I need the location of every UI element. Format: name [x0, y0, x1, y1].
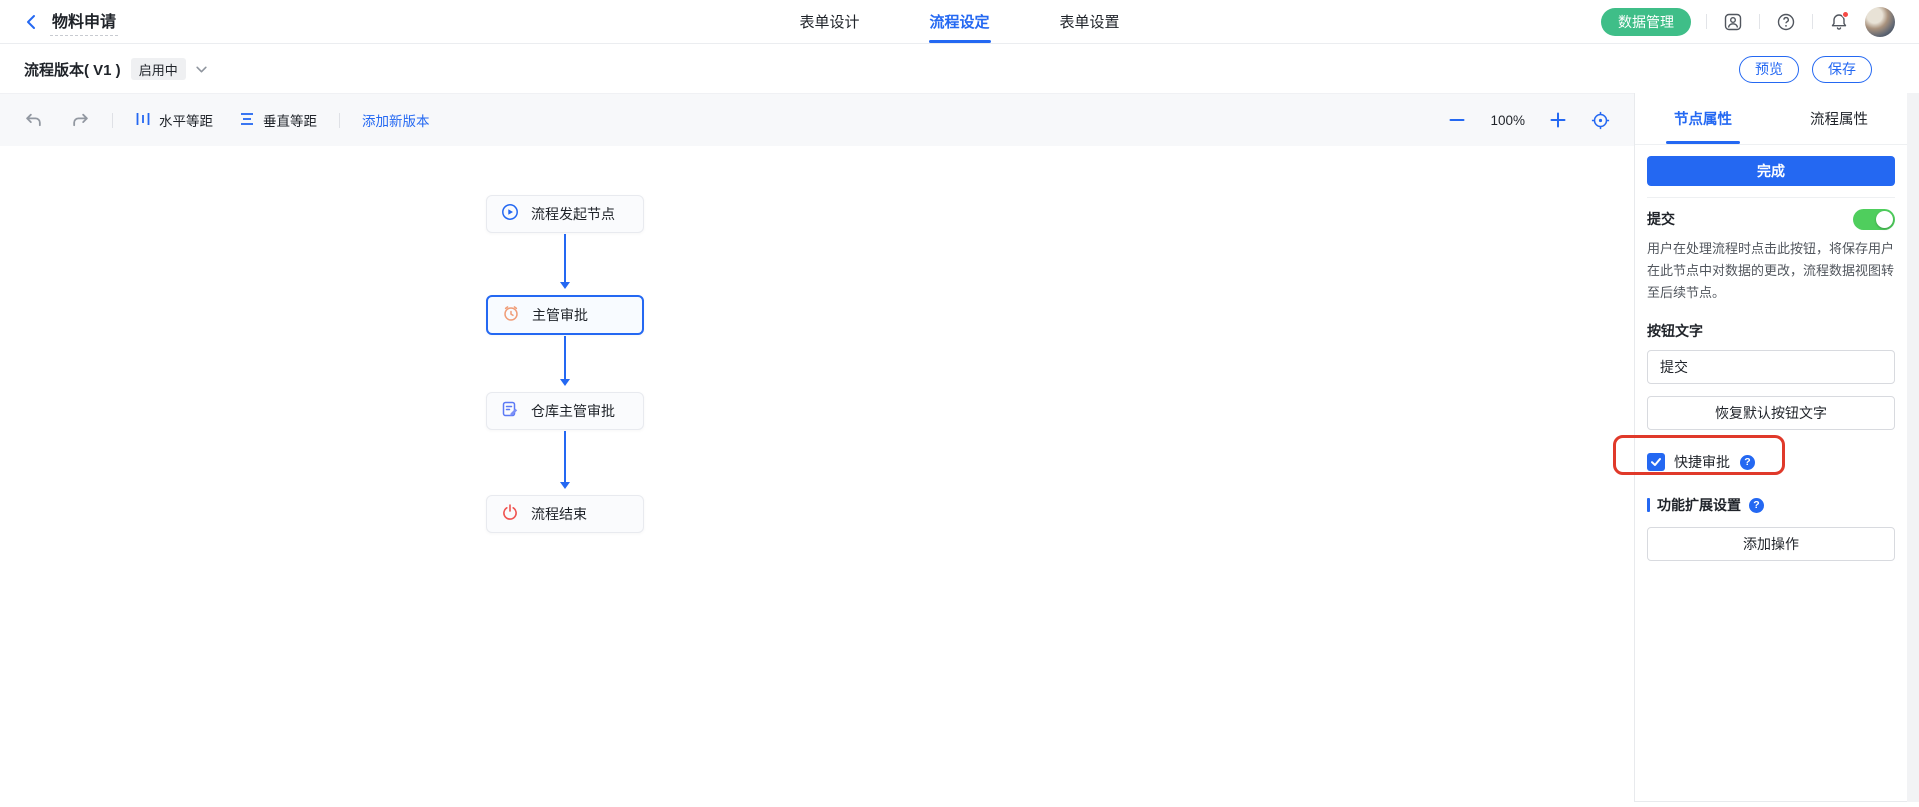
horizontal-distribute-icon	[135, 111, 151, 130]
vertical-distribute-button[interactable]: 垂直等距	[239, 110, 317, 130]
preview-button[interactable]: 预览	[1739, 56, 1799, 83]
vertical-distribute-icon	[239, 111, 255, 130]
add-action-button[interactable]: 添加操作	[1647, 527, 1895, 561]
submit-description: 用户在处理流程时点击此按钮，将保存用户在此节点中对数据的更改，流程数据视图转至后…	[1647, 238, 1895, 304]
page-title[interactable]: 物料申请	[50, 8, 118, 36]
quick-approve-label: 快捷审批	[1674, 452, 1730, 472]
power-icon	[501, 503, 519, 526]
back-icon[interactable]	[24, 14, 40, 30]
zoom-level: 100%	[1490, 113, 1525, 128]
extension-section-header: 功能扩展设置 ?	[1647, 495, 1895, 515]
contacts-icon[interactable]	[1722, 11, 1744, 33]
notification-dot	[1842, 11, 1849, 18]
canvas-toolbar: 水平等距 垂直等距 添加新版本 100%	[0, 93, 1634, 146]
tab-flow-setting[interactable]: 流程设定	[929, 0, 989, 43]
divider	[1812, 14, 1813, 29]
horizontal-distribute-button[interactable]: 水平等距	[135, 110, 213, 130]
tab-node-properties[interactable]: 节点属性	[1635, 93, 1771, 144]
node-label: 仓库主管审批	[531, 401, 615, 421]
redo-icon[interactable]	[71, 111, 90, 130]
accent-bar	[1647, 498, 1650, 512]
button-text-input[interactable]	[1647, 350, 1895, 384]
flow-edge	[564, 431, 566, 487]
submit-toggle[interactable]	[1853, 209, 1895, 230]
tab-form-setting[interactable]: 表单设置	[1060, 0, 1120, 43]
save-button[interactable]: 保存	[1812, 56, 1872, 83]
version-bar: 流程版本( V1 ) 启用中 预览 保存	[0, 45, 1919, 93]
panel-tabs: 节点属性 流程属性	[1635, 93, 1907, 145]
undo-icon[interactable]	[24, 111, 43, 130]
flow-node-manager-approve[interactable]: 主管审批	[486, 295, 644, 335]
main-tabs: 表单设计 流程设定 表单设置	[799, 0, 1119, 43]
status-badge: 启用中	[131, 58, 186, 80]
zoom-out-icon[interactable]	[1449, 112, 1465, 128]
locate-icon[interactable]	[1591, 111, 1610, 130]
horizontal-distribute-label: 水平等距	[159, 110, 213, 130]
divider	[1759, 14, 1760, 29]
reset-button-text-button[interactable]: 恢复默认按钮文字	[1647, 396, 1895, 430]
flow-edge	[564, 234, 566, 287]
properties-panel: 节点属性 流程属性 完成 提交 用户在处理流程时点击此按钮，将保存用户在此节点中…	[1634, 93, 1907, 802]
divider	[339, 113, 340, 128]
submit-label: 提交	[1647, 209, 1675, 229]
version-label: 流程版本( V1 )	[24, 59, 121, 80]
flow-node-start[interactable]: 流程发起节点	[486, 195, 644, 233]
node-label: 主管审批	[532, 305, 588, 325]
extension-label: 功能扩展设置	[1657, 495, 1741, 515]
zoom-in-icon[interactable]	[1550, 112, 1566, 128]
data-manage-button[interactable]: 数据管理	[1601, 8, 1691, 36]
flow-canvas[interactable]	[0, 146, 1634, 807]
toggle-knob	[1876, 211, 1893, 228]
tab-form-design[interactable]: 表单设计	[799, 0, 859, 43]
flow-node-end[interactable]: 流程结束	[486, 495, 644, 533]
flow-edge	[564, 336, 566, 384]
document-edit-icon	[501, 400, 519, 423]
question-icon[interactable]: ?	[1749, 498, 1764, 513]
divider	[1706, 14, 1707, 29]
vertical-distribute-label: 垂直等距	[263, 110, 317, 130]
tab-flow-properties[interactable]: 流程属性	[1771, 93, 1907, 144]
quick-approve-row: 快捷审批 ?	[1647, 452, 1895, 472]
clock-icon	[502, 304, 520, 327]
avatar[interactable]	[1865, 7, 1895, 37]
node-label: 流程结束	[531, 504, 587, 524]
button-text-label: 按钮文字	[1647, 321, 1895, 341]
help-icon[interactable]	[1775, 11, 1797, 33]
divider	[1647, 197, 1895, 198]
done-button[interactable]: 完成	[1647, 156, 1895, 186]
add-version-link[interactable]: 添加新版本	[362, 110, 430, 130]
play-icon	[501, 203, 519, 226]
chevron-down-icon[interactable]	[195, 63, 208, 76]
question-icon[interactable]: ?	[1740, 455, 1755, 470]
bell-icon[interactable]	[1828, 11, 1850, 33]
node-label: 流程发起节点	[531, 204, 615, 224]
divider	[112, 113, 113, 128]
app-header: 物料申请 表单设计 流程设定 表单设置 数据管理	[0, 0, 1919, 44]
scrollbar-gutter	[1907, 93, 1919, 802]
flow-node-warehouse-approve[interactable]: 仓库主管审批	[486, 392, 644, 430]
quick-approve-checkbox[interactable]	[1647, 453, 1665, 471]
